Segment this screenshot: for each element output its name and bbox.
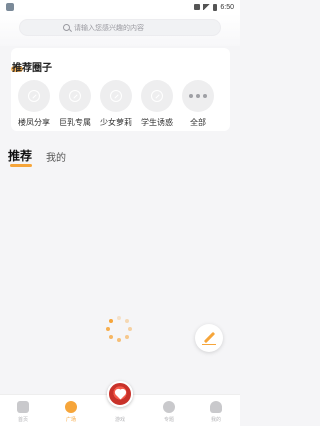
status-indicators: 6:50 bbox=[194, 3, 234, 11]
circle-item-juru[interactable]: 巨乳专属 bbox=[55, 80, 95, 128]
spinner-dot bbox=[124, 319, 129, 324]
spinner-dot bbox=[109, 319, 114, 324]
spinner-dot bbox=[106, 327, 110, 331]
search-input[interactable]: 请输入您感兴趣的内容 bbox=[19, 19, 221, 36]
spinner-dot bbox=[117, 338, 121, 342]
circle-item-all[interactable]: 全部 bbox=[178, 80, 218, 128]
nav-item-square[interactable]: 广场 bbox=[51, 401, 91, 423]
edit-post-button[interactable] bbox=[195, 324, 223, 352]
status-time: 6:50 bbox=[220, 3, 234, 11]
circle-avatar bbox=[18, 80, 50, 112]
circle-avatar bbox=[59, 80, 91, 112]
section-title: 推荐圈子 bbox=[12, 63, 52, 74]
nav-item-home[interactable]: 首页 bbox=[3, 401, 43, 423]
pencil-underline bbox=[202, 344, 216, 346]
spinner-dot bbox=[117, 316, 121, 320]
circle-avatar bbox=[141, 80, 173, 112]
circle-list: 楼凤分享 巨乳专属 少女萝莉 学生诱惑 全部 bbox=[14, 80, 230, 128]
home-icon bbox=[17, 401, 29, 413]
pencil-icon bbox=[203, 331, 216, 344]
circle-label: 少女萝莉 bbox=[100, 118, 132, 127]
status-bar: 6:50 bbox=[0, 0, 240, 14]
nav-label: 广场 bbox=[65, 417, 76, 423]
tab-recommend-label: 推荐 bbox=[8, 149, 33, 163]
nav-item-topic[interactable]: 专题 bbox=[149, 401, 189, 423]
nav-label: 我的 bbox=[210, 417, 221, 423]
search-icon bbox=[63, 24, 70, 31]
circle-label: 巨乳专属 bbox=[59, 118, 91, 127]
circle-avatar bbox=[182, 80, 214, 112]
tab-recommend[interactable]: 推荐 bbox=[8, 147, 33, 167]
square-icon bbox=[65, 401, 77, 413]
circle-item-loufeng[interactable]: 楼凤分享 bbox=[14, 80, 54, 128]
image-placeholder-icon bbox=[28, 90, 40, 102]
nav-label: 游戏 bbox=[114, 417, 125, 423]
image-placeholder-icon bbox=[69, 90, 81, 102]
search-placeholder: 请输入您感兴趣的内容 bbox=[74, 24, 144, 32]
circle-label: 学生诱惑 bbox=[141, 118, 173, 127]
battery-icon bbox=[213, 3, 218, 11]
signal-icon bbox=[194, 4, 201, 10]
tab-mine[interactable]: 我的 bbox=[46, 149, 66, 164]
spinner-dot bbox=[109, 334, 114, 339]
feed-tabs: 推荐 我的 bbox=[8, 147, 66, 169]
nav-label: 专题 bbox=[163, 417, 174, 423]
game-center-button[interactable] bbox=[107, 381, 133, 407]
more-dots-icon bbox=[189, 94, 207, 98]
loading-spinner bbox=[104, 314, 134, 344]
app-notification-icon bbox=[6, 3, 14, 11]
image-placeholder-icon bbox=[110, 90, 122, 102]
spinner-dot bbox=[124, 334, 129, 339]
image-placeholder-icon bbox=[151, 90, 163, 102]
heart-icon bbox=[115, 389, 126, 400]
circle-item-shaonv[interactable]: 少女萝莉 bbox=[96, 80, 136, 128]
nav-item-mine[interactable]: 我的 bbox=[196, 401, 236, 423]
profile-icon bbox=[210, 401, 222, 413]
wifi-icon bbox=[203, 4, 211, 10]
circle-label: 楼凤分享 bbox=[18, 118, 50, 127]
circle-item-xuesheng[interactable]: 学生诱惑 bbox=[137, 80, 177, 128]
circle-label: 全部 bbox=[190, 118, 206, 127]
nav-label: 首页 bbox=[17, 417, 28, 423]
circle-avatar bbox=[100, 80, 132, 112]
topic-icon bbox=[163, 401, 175, 413]
active-tab-indicator bbox=[10, 164, 32, 167]
spinner-dot bbox=[128, 327, 132, 331]
